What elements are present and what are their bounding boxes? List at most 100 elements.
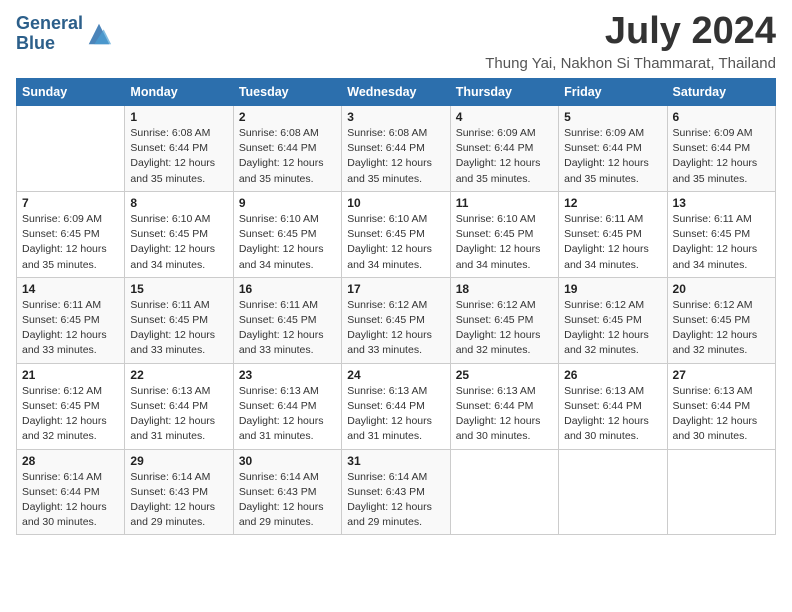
logo: General Blue <box>16 14 113 54</box>
day-number: 11 <box>456 196 553 210</box>
day-number: 16 <box>239 282 336 296</box>
calendar-cell: 22 Sunrise: 6:13 AM Sunset: 6:44 PM Dayli… <box>125 363 233 449</box>
calendar-cell: 13Sunrise: 6:11 AM Sunset: 6:45 PM Dayli… <box>667 191 775 277</box>
day-info: Sunrise: 6:13 AM Sunset: 6:44 PM Dayligh… <box>239 384 336 445</box>
calendar-cell: 16 Sunrise: 6:11 AM Sunset: 6:45 PM Dayli… <box>233 277 341 363</box>
day-number: 29 <box>130 454 227 468</box>
calendar-cell: 17 Sunrise: 6:12 AM Sunset: 6:45 PM Dayli… <box>342 277 450 363</box>
day-number: 28 <box>22 454 119 468</box>
logo-line2: Blue <box>16 33 55 53</box>
day-number: 1 <box>130 110 227 124</box>
calendar-table: SundayMondayTuesdayWednesdayThursdayFrid… <box>16 78 776 535</box>
calendar-cell: 30 Sunrise: 6:14 AM Sunset: 6:43 PM Dayli… <box>233 449 341 535</box>
day-number: 8 <box>130 196 227 210</box>
calendar-cell: 5 Sunrise: 6:09 AM Sunset: 6:44 PM Daylig… <box>559 106 667 192</box>
calendar-cell <box>667 449 775 535</box>
day-info: Sunrise: 6:14 AM Sunset: 6:43 PM Dayligh… <box>347 470 444 531</box>
weekday-header-saturday: Saturday <box>667 79 775 106</box>
day-number: 21 <box>22 368 119 382</box>
day-info: Sunrise: 6:13 AM Sunset: 6:44 PM Dayligh… <box>130 384 227 445</box>
calendar-week-1: 1 Sunrise: 6:08 AM Sunset: 6:44 PM Daylig… <box>17 106 776 192</box>
calendar-cell: 23 Sunrise: 6:13 AM Sunset: 6:44 PM Dayli… <box>233 363 341 449</box>
calendar-cell: 19 Sunrise: 6:12 AM Sunset: 6:45 PM Dayli… <box>559 277 667 363</box>
day-info: Sunrise: 6:11 AM Sunset: 6:45 PM Dayligh… <box>239 298 336 359</box>
calendar-cell: 24 Sunrise: 6:13 AM Sunset: 6:44 PM Dayli… <box>342 363 450 449</box>
day-info: Sunrise: 6:09 AM Sunset: 6:45 PM Dayligh… <box>22 212 119 273</box>
calendar-week-2: 7 Sunrise: 6:09 AM Sunset: 6:45 PM Daylig… <box>17 191 776 277</box>
day-info: Sunrise: 6:10 AM Sunset: 6:45 PM Dayligh… <box>347 212 444 273</box>
day-info: Sunrise: 6:14 AM Sunset: 6:43 PM Dayligh… <box>239 470 336 531</box>
day-info: Sunrise: 6:13 AM Sunset: 6:44 PM Dayligh… <box>347 384 444 445</box>
day-info: Sunrise: 6:14 AM Sunset: 6:43 PM Dayligh… <box>130 470 227 531</box>
day-info: Sunrise: 6:08 AM Sunset: 6:44 PM Dayligh… <box>239 126 336 187</box>
day-info: Sunrise: 6:08 AM Sunset: 6:44 PM Dayligh… <box>130 126 227 187</box>
day-number: 31 <box>347 454 444 468</box>
calendar-week-5: 28 Sunrise: 6:14 AM Sunset: 6:44 PM Dayli… <box>17 449 776 535</box>
day-number: 3 <box>347 110 444 124</box>
day-number: 9 <box>239 196 336 210</box>
day-number: 19 <box>564 282 661 296</box>
calendar-cell: 3 Sunrise: 6:08 AM Sunset: 6:44 PM Daylig… <box>342 106 450 192</box>
day-info: Sunrise: 6:09 AM Sunset: 6:44 PM Dayligh… <box>456 126 553 187</box>
calendar-cell: 6Sunrise: 6:09 AM Sunset: 6:44 PM Daylig… <box>667 106 775 192</box>
day-number: 2 <box>239 110 336 124</box>
subtitle: Thung Yai, Nakhon Si Thammarat, Thailand <box>485 55 776 72</box>
day-number: 15 <box>130 282 227 296</box>
weekday-header-tuesday: Tuesday <box>233 79 341 106</box>
weekday-header-wednesday: Wednesday <box>342 79 450 106</box>
calendar-cell: 20 Sunrise: 6:12 AM Sunset: 6:45 PM Dayli… <box>667 277 775 363</box>
calendar-cell: 12 Sunrise: 6:11 AM Sunset: 6:45 PM Dayli… <box>559 191 667 277</box>
day-number: 5 <box>564 110 661 124</box>
day-info: Sunrise: 6:09 AM Sunset: 6:44 PM Dayligh… <box>673 126 770 187</box>
calendar-cell: 27 Sunrise: 6:13 AM Sunset: 6:44 PM Dayli… <box>667 363 775 449</box>
weekday-header-thursday: Thursday <box>450 79 558 106</box>
calendar-cell: 14 Sunrise: 6:11 AM Sunset: 6:45 PM Dayli… <box>17 277 125 363</box>
calendar-cell: 25 Sunrise: 6:13 AM Sunset: 6:44 PM Dayli… <box>450 363 558 449</box>
calendar-cell: 15Sunrise: 6:11 AM Sunset: 6:45 PM Dayli… <box>125 277 233 363</box>
day-number: 30 <box>239 454 336 468</box>
day-info: Sunrise: 6:12 AM Sunset: 6:45 PM Dayligh… <box>347 298 444 359</box>
day-info: Sunrise: 6:08 AM Sunset: 6:44 PM Dayligh… <box>347 126 444 187</box>
day-info: Sunrise: 6:13 AM Sunset: 6:44 PM Dayligh… <box>564 384 661 445</box>
day-number: 24 <box>347 368 444 382</box>
calendar-cell: 11Sunrise: 6:10 AM Sunset: 6:45 PM Dayli… <box>450 191 558 277</box>
logo-line1: General <box>16 13 83 33</box>
day-info: Sunrise: 6:11 AM Sunset: 6:45 PM Dayligh… <box>564 212 661 273</box>
calendar-cell: 21 Sunrise: 6:12 AM Sunset: 6:45 PM Dayli… <box>17 363 125 449</box>
day-info: Sunrise: 6:13 AM Sunset: 6:44 PM Dayligh… <box>673 384 770 445</box>
calendar-cell: 1 Sunrise: 6:08 AM Sunset: 6:44 PM Daylig… <box>125 106 233 192</box>
day-number: 7 <box>22 196 119 210</box>
calendar-cell: 29 Sunrise: 6:14 AM Sunset: 6:43 PM Dayli… <box>125 449 233 535</box>
day-number: 26 <box>564 368 661 382</box>
weekday-header-monday: Monday <box>125 79 233 106</box>
calendar-cell: 10Sunrise: 6:10 AM Sunset: 6:45 PM Dayli… <box>342 191 450 277</box>
main-title: July 2024 <box>485 10 776 53</box>
calendar-cell: 28 Sunrise: 6:14 AM Sunset: 6:44 PM Dayli… <box>17 449 125 535</box>
day-number: 20 <box>673 282 770 296</box>
weekday-header-sunday: Sunday <box>17 79 125 106</box>
logo-text: General Blue <box>16 14 83 54</box>
day-number: 17 <box>347 282 444 296</box>
calendar-cell: 31 Sunrise: 6:14 AM Sunset: 6:43 PM Dayli… <box>342 449 450 535</box>
day-info: Sunrise: 6:11 AM Sunset: 6:45 PM Dayligh… <box>22 298 119 359</box>
calendar-cell: 7 Sunrise: 6:09 AM Sunset: 6:45 PM Daylig… <box>17 191 125 277</box>
calendar-cell <box>450 449 558 535</box>
day-info: Sunrise: 6:12 AM Sunset: 6:45 PM Dayligh… <box>673 298 770 359</box>
day-number: 27 <box>673 368 770 382</box>
day-info: Sunrise: 6:09 AM Sunset: 6:44 PM Dayligh… <box>564 126 661 187</box>
day-number: 14 <box>22 282 119 296</box>
calendar-header: SundayMondayTuesdayWednesdayThursdayFrid… <box>17 79 776 106</box>
title-area: July 2024 Thung Yai, Nakhon Si Thammarat… <box>485 10 776 72</box>
day-info: Sunrise: 6:10 AM Sunset: 6:45 PM Dayligh… <box>239 212 336 273</box>
day-number: 12 <box>564 196 661 210</box>
day-info: Sunrise: 6:12 AM Sunset: 6:45 PM Dayligh… <box>22 384 119 445</box>
day-number: 23 <box>239 368 336 382</box>
day-info: Sunrise: 6:12 AM Sunset: 6:45 PM Dayligh… <box>564 298 661 359</box>
weekday-header-friday: Friday <box>559 79 667 106</box>
day-number: 22 <box>130 368 227 382</box>
calendar-cell <box>559 449 667 535</box>
day-info: Sunrise: 6:13 AM Sunset: 6:44 PM Dayligh… <box>456 384 553 445</box>
weekday-header-row: SundayMondayTuesdayWednesdayThursdayFrid… <box>17 79 776 106</box>
day-number: 25 <box>456 368 553 382</box>
day-info: Sunrise: 6:14 AM Sunset: 6:44 PM Dayligh… <box>22 470 119 531</box>
